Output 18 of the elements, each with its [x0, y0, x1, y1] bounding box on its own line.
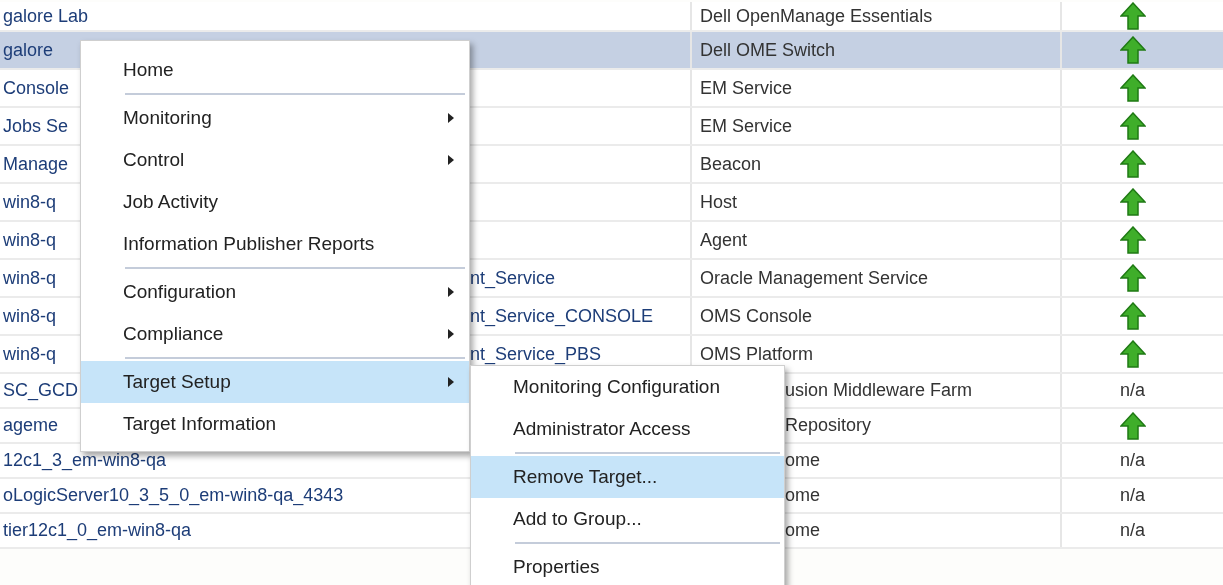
target-type-cell: EM Service — [690, 70, 1060, 106]
target-type-cell: Agent — [690, 222, 1060, 258]
target-type-cell: Dell OME Switch — [690, 32, 1060, 68]
target-type-cell-text: ome — [784, 450, 821, 471]
target-type-cell-text: Repository — [784, 415, 873, 436]
status-text: n/a — [1120, 520, 1145, 541]
status-text: n/a — [1120, 450, 1145, 471]
target-type-cell: Oracle Management Service — [690, 260, 1060, 296]
target-type-cell-text: usion Middleware Farm — [784, 380, 974, 401]
target-type-cell-text: ome — [784, 520, 821, 541]
target-type-cell: OMS Console — [690, 298, 1060, 334]
target-type-cell-text: ome — [784, 485, 821, 506]
target-type-cell: Dell OpenManage Essentials — [690, 2, 1060, 30]
target-type-cell: Host — [690, 184, 1060, 220]
target-type-cell: EM Service — [690, 108, 1060, 144]
status-text: n/a — [1120, 380, 1145, 401]
status-text: n/a — [1120, 485, 1145, 506]
target-type-cell: Beacon — [690, 146, 1060, 182]
